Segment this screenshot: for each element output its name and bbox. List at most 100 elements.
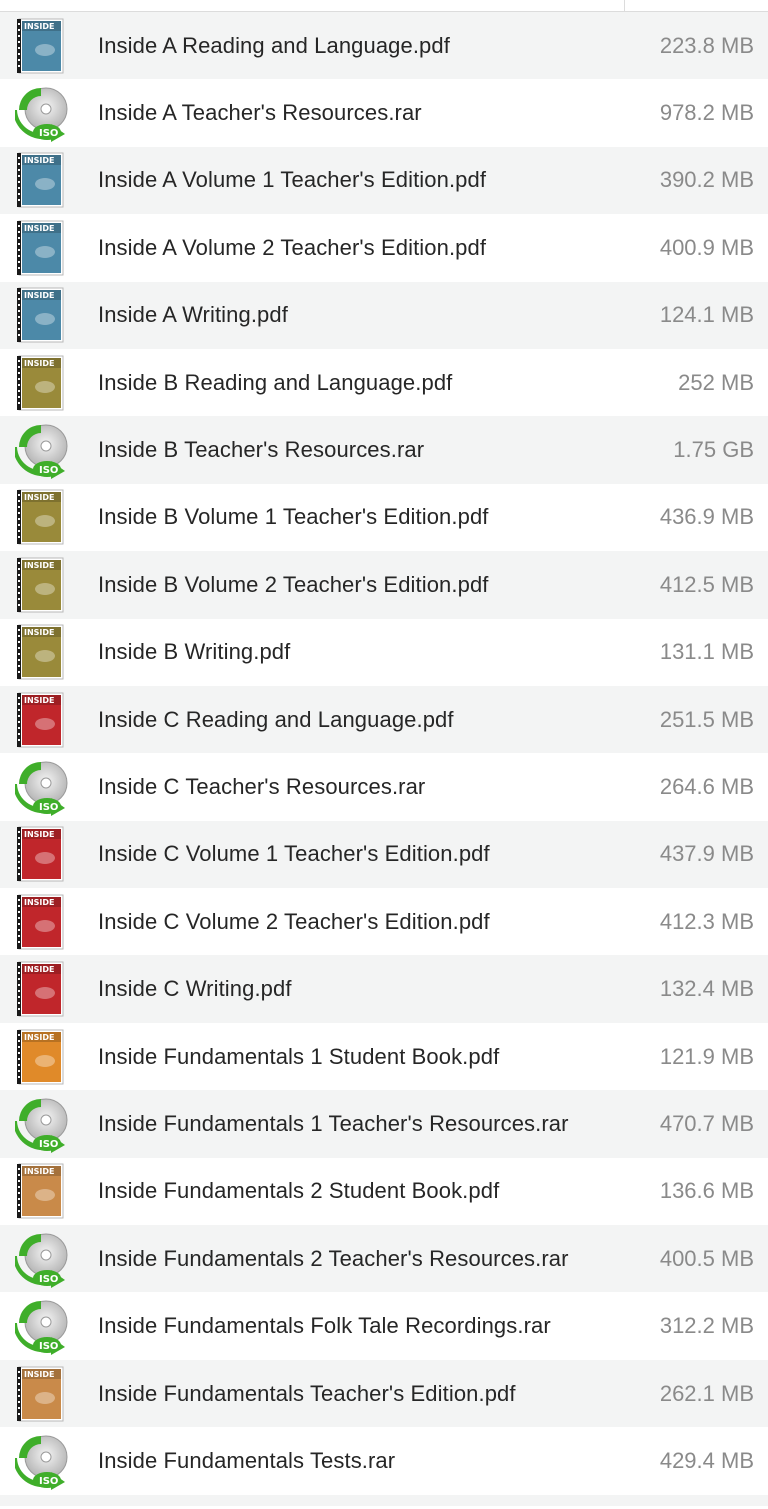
svg-text:INSIDE: INSIDE (24, 359, 55, 368)
file-name: Inside B Volume 1 Teacher's Edition.pdf (98, 504, 489, 530)
svg-text:INSIDE: INSIDE (24, 493, 55, 502)
file-row[interactable]: INSIDE Inside B Volume 1 Teacher's Editio… (0, 483, 768, 552)
file-size: 437.9 MB (659, 841, 754, 867)
file-size: 1.75 GB (673, 437, 754, 463)
file-name: Inside A Volume 2 Teacher's Edition.pdf (98, 234, 487, 260)
svg-text:INSIDE: INSIDE (24, 156, 55, 165)
pdf-book-icon: INSIDE (15, 1365, 69, 1423)
file-size: 412.5 MB (659, 571, 754, 597)
pdf-book-icon: INSIDE (15, 893, 69, 951)
file-row[interactable]: INSIDE Inside C Reading and Language.pdf 2… (0, 685, 768, 754)
file-size: 429.4 MB (659, 1447, 754, 1473)
file-name: Inside Fundamentals Folk Tale Recordings… (98, 1313, 551, 1339)
file-size: 124.1 MB (659, 302, 754, 328)
iso-disc-icon: ISO (15, 1432, 69, 1490)
svg-text:ISO: ISO (39, 465, 58, 476)
svg-text:INSIDE: INSIDE (24, 224, 55, 233)
file-row[interactable]: ISO Inside Fundamentals Folk Tale Recordi… (0, 1292, 768, 1360)
svg-text:INSIDE: INSIDE (24, 291, 55, 300)
file-row[interactable]: ISO Inside B Teacher's Resources.rar 1.75 … (0, 416, 768, 484)
file-size: 251.5 MB (659, 706, 754, 732)
file-row[interactable]: INSIDE Inside A Writing.pdf 124.1 MB (0, 281, 768, 349)
file-name: Inside B Reading and Language.pdf (98, 369, 453, 395)
file-name: Inside Fundamentals Tests.rar (98, 1447, 396, 1473)
file-size: 262.1 MB (659, 1380, 754, 1406)
file-size: 400.5 MB (659, 1245, 754, 1271)
pdf-book-icon: INSIDE (15, 488, 69, 546)
svg-text:INSIDE: INSIDE (24, 22, 55, 31)
file-row[interactable]: ISO Inside C Teacher's Resources.rar 264.6… (0, 753, 768, 821)
pdf-book-icon: INSIDE (15, 17, 69, 75)
file-name: Inside A Teacher's Resources.rar (98, 100, 422, 126)
file-size: 223.8 MB (659, 32, 754, 58)
file-row[interactable]: INSIDE Inside B Reading and Language.pdf 2… (0, 348, 768, 417)
column-divider[interactable] (624, 0, 625, 11)
file-row[interactable]: INSIDE Inside Fundamentals Teacher's Edit… (0, 1359, 768, 1428)
svg-text:ISO: ISO (39, 1476, 58, 1487)
file-size: 390.2 MB (659, 167, 754, 193)
file-name: Inside A Writing.pdf (98, 302, 288, 328)
file-name: Inside C Teacher's Resources.rar (98, 773, 426, 799)
svg-text:INSIDE: INSIDE (24, 830, 55, 839)
pdf-book-icon: INSIDE (15, 556, 69, 614)
file-row[interactable]: INSIDE Inside Fundamentals 1 Student Book… (0, 1022, 768, 1091)
file-size: 312.2 MB (659, 1313, 754, 1339)
pdf-book-icon: INSIDE (15, 691, 69, 749)
pdf-book-icon: INSIDE (15, 825, 69, 883)
file-size: 121.9 MB (659, 1043, 754, 1069)
column-header-bar (0, 0, 768, 12)
pdf-book-icon: INSIDE (15, 623, 69, 681)
file-name: Inside Fundamentals 1 Student Book.pdf (98, 1043, 500, 1069)
file-size: 400.9 MB (659, 234, 754, 260)
pdf-book-icon: INSIDE (15, 1162, 69, 1220)
pdf-book-icon: INSIDE (15, 151, 69, 209)
file-name: Inside A Volume 1 Teacher's Edition.pdf (98, 167, 487, 193)
file-row[interactable]: INSIDE Inside B Volume 2 Teacher's Editio… (0, 551, 768, 619)
svg-text:ISO: ISO (39, 802, 58, 813)
file-size: 412.3 MB (659, 908, 754, 934)
svg-text:INSIDE: INSIDE (24, 898, 55, 907)
svg-text:ISO: ISO (39, 1139, 58, 1150)
svg-text:ISO: ISO (39, 1341, 58, 1352)
svg-text:INSIDE: INSIDE (24, 1167, 55, 1176)
file-row[interactable]: ISO Inside A Teacher's Resources.rar 978.2… (0, 79, 768, 147)
iso-disc-icon: ISO (15, 1230, 69, 1288)
iso-disc-icon: ISO (15, 758, 69, 816)
file-name: Inside C Reading and Language.pdf (98, 706, 454, 732)
file-name: Inside B Writing.pdf (98, 639, 291, 665)
svg-text:ISO: ISO (39, 128, 58, 139)
file-size: 132.4 MB (659, 976, 754, 1002)
file-row[interactable]: INSIDE Inside B Writing.pdf 131.1 MB (0, 618, 768, 686)
file-name: Inside C Volume 1 Teacher's Edition.pdf (98, 841, 490, 867)
file-name: Inside Fundamentals 1 Teacher's Resource… (98, 1110, 569, 1136)
svg-text:INSIDE: INSIDE (24, 1370, 55, 1379)
file-row[interactable]: INSIDE Inside C Volume 2 Teacher's Editio… (0, 888, 768, 956)
file-size: 264.6 MB (659, 773, 754, 799)
file-size: 470.7 MB (659, 1110, 754, 1136)
file-name: Inside Fundamentals Teacher's Edition.pd… (98, 1380, 516, 1406)
file-size: 252 MB (678, 369, 754, 395)
iso-disc-icon: ISO (15, 84, 69, 143)
file-name: Inside A Reading and Language.pdf (98, 32, 450, 58)
file-row[interactable]: ISO Inside Fundamentals 2 Teacher's Resou… (0, 1225, 768, 1293)
file-row[interactable]: INSIDE Inside C Volume 1 Teacher's Editio… (0, 820, 768, 889)
file-row[interactable]: INSIDE Inside Fundamentals 2 Student Book… (0, 1157, 768, 1226)
pdf-book-icon: INSIDE (15, 1028, 69, 1086)
file-row[interactable]: INSIDE Inside A Reading and Language.pdf 2… (0, 12, 768, 80)
svg-text:ISO: ISO (39, 1274, 58, 1285)
svg-text:INSIDE: INSIDE (24, 965, 55, 974)
pdf-book-icon: INSIDE (15, 286, 69, 344)
file-name: Inside C Writing.pdf (98, 976, 292, 1002)
file-row[interactable]: INSIDE Inside A Volume 1 Teacher's Editio… (0, 146, 768, 215)
file-row[interactable]: INSIDE Inside C Writing.pdf 132.4 MB (0, 955, 768, 1023)
file-row[interactable]: INSIDE Inside A Volume 2 Teacher's Editio… (0, 214, 768, 282)
file-size: 436.9 MB (659, 504, 754, 530)
file-name: Inside B Volume 2 Teacher's Edition.pdf (98, 571, 489, 597)
file-row[interactable]: ISO Inside Fundamentals 1 Teacher's Resou… (0, 1090, 768, 1158)
svg-text:INSIDE: INSIDE (24, 1033, 55, 1042)
svg-text:INSIDE: INSIDE (24, 628, 55, 637)
file-size: 131.1 MB (659, 639, 754, 665)
file-row[interactable]: ISO Inside Fundamentals Tests.rar 429.4 MB (0, 1427, 768, 1495)
pdf-book-icon: INSIDE (15, 960, 69, 1018)
file-list: INSIDE Inside A Reading and Language.pdf 2… (0, 12, 768, 1495)
